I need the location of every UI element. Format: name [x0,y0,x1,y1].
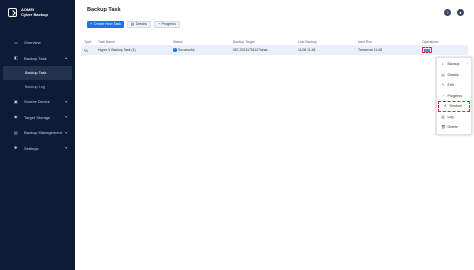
last-backup: 11/08 11:48 [298,48,316,52]
sidebar-item-label: Backup Management [24,130,62,136]
sidebar-item-label: Source Device [24,99,51,105]
main-content: Backup Task ? ● + Create New Task ▤ Deta… [75,0,474,270]
sidebar-item-label: Settings [24,145,39,151]
menu-item-label: Edit [447,83,454,88]
progress-icon: ◔ [157,22,160,26]
hyperv-icon: ⅓ [84,47,88,53]
menu-item-label: Delete [447,125,458,130]
progress-label: Progress [161,22,176,26]
col-next-run: Next Run [358,39,373,44]
storage-icon: ◉ [14,114,18,120]
status-text: Successful [178,48,195,52]
backup-task-icon: ◧ [14,55,18,61]
chevron-down-icon: ▾ [65,115,67,120]
details-button[interactable]: ▤ Details [126,21,151,28]
log-icon: ▥ [441,114,445,119]
menu-item-progress[interactable]: ◔ Progress [437,91,471,102]
logo-line2: Cyber Backup [21,11,48,17]
table-header: Type Task Name Status Backup Target Last… [81,38,468,45]
chevron-down-icon: ▾ [65,146,67,151]
menu-item-details[interactable]: ▤ Details [437,70,471,81]
sidebar-item-target-storage[interactable]: ◉ Target Storage ▾ [0,110,75,126]
menu-item-backup[interactable]: ◐ Backup › [437,59,471,70]
edit-icon: ✎ [441,83,445,88]
monitor-icon: ▭ [14,39,18,45]
details-label: Details [135,22,147,26]
menu-item-label: Details [447,72,459,77]
logo-icon [8,8,17,18]
operations-button[interactable]: ... [422,46,432,53]
management-icon: ▤ [14,129,18,135]
backup-icon: ◐ [441,62,445,67]
sidebar-item-label: Target Storage [24,114,51,120]
page-title: Backup Task [87,7,121,13]
more-icon: ... [424,48,430,52]
menu-item-edit[interactable]: ✎ Edit [437,80,471,91]
plus-icon: + [90,22,93,26]
chevron-right-icon: › [466,62,468,67]
menu-item-label: Restore [449,104,463,109]
task-name: Hyper-V Backup Task (1) [98,48,136,52]
chevron-down-icon: ▾ [65,130,67,135]
sidebar-item-label: Overview [24,40,41,46]
task-table: Type Task Name Status Backup Target Last… [81,38,468,55]
sidebar-item-backup-task[interactable]: ◧ Backup Task ▴ [0,51,75,67]
sidebar-nav: ▭ Overview ◧ Backup Task ▴ Backup Task B… [0,35,75,156]
col-backup-target: Backup Target [233,39,255,44]
details-icon: ▤ [130,22,135,26]
gear-icon: ✱ [14,145,18,151]
table-row[interactable]: ⅓ Hyper-V Backup Task (1) ✓ Successful \\… [81,45,468,55]
sidebar-item-label: Backup Task [24,55,47,61]
menu-item-label: Progress [447,93,462,98]
success-icon: ✓ [173,48,177,52]
progress-button[interactable]: ◔ Progress [153,21,180,28]
header-icons: ? ● [444,9,464,16]
create-task-label: Create New Task [93,22,121,26]
menu-item-label: Log [447,114,454,119]
help-icon[interactable]: ? [444,9,451,16]
sidebar-item-source-device[interactable]: ▣ Source Device ▾ [0,94,75,110]
backup-target: \\87-20211751127\shar... [233,48,271,52]
restore-icon: ↺ [443,104,447,109]
menu-item-restore[interactable]: ↺ Restore [438,101,470,112]
col-operations: Operations [422,39,439,44]
menu-item-delete[interactable]: 🗑 Delete [437,122,471,133]
device-icon: ▣ [14,98,18,104]
chevron-down-icon: ▾ [65,99,67,104]
progress-icon: ◔ [441,93,445,98]
operations-menu: ◐ Backup › ▤ Details ✎ Edit ◔ Progress ↺… [436,57,472,135]
col-task-name: Task Name [98,39,115,44]
sidebar-item-backup-management[interactable]: ▤ Backup Management ▾ [0,125,75,141]
status-cell: ✓ Successful [173,48,233,52]
sidebar-item-overview[interactable]: ▭ Overview [0,35,75,51]
sidebar-subitem-backup-task[interactable]: Backup Task [3,66,72,80]
user-icon[interactable]: ● [457,9,464,16]
sidebar-item-settings[interactable]: ✱ Settings ▾ [0,141,75,157]
sidebar: AOMEI Cyber Backup ▭ Overview ◧ Backup T… [0,0,75,270]
col-last-backup: Last Backup [298,39,317,44]
toolbar: + Create New Task ▤ Details ◔ Progress [87,21,180,28]
next-run: Tomorrow 11:48 [358,48,383,52]
menu-item-log[interactable]: ▥ Log [437,112,471,123]
delete-icon: 🗑 [441,125,446,130]
app-logo: AOMEI Cyber Backup [8,7,48,18]
col-status: Status [173,39,183,44]
sidebar-subitem-backup-log[interactable]: Backup Log [0,80,75,94]
details-icon: ▤ [441,72,445,77]
col-type: Type [84,39,92,44]
create-task-button[interactable]: + Create New Task [87,21,124,28]
menu-item-label: Backup [447,62,460,67]
chevron-up-icon: ▴ [65,56,67,61]
